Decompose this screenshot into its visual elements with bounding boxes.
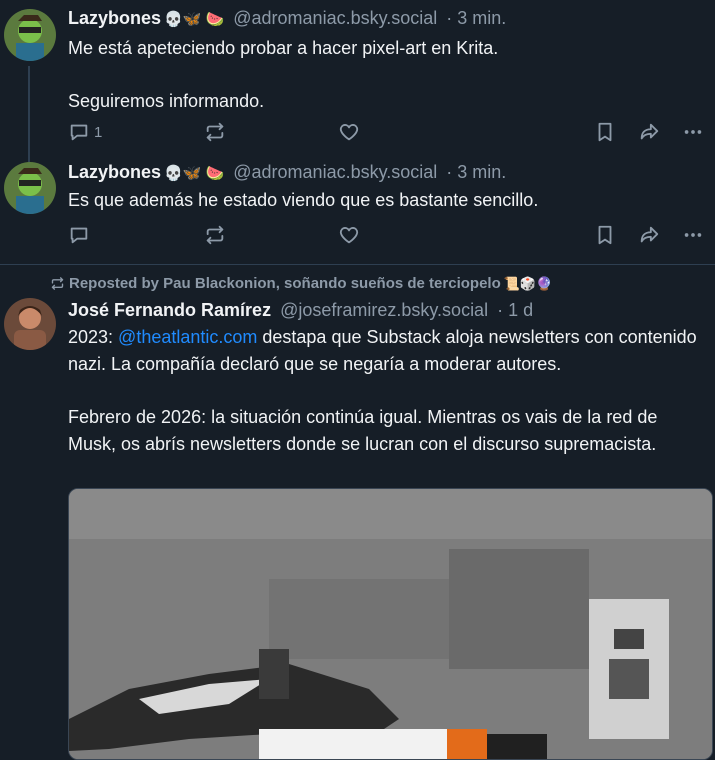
- author-emoji: 💀🦋 🍉: [164, 165, 225, 182]
- author-handle[interactable]: @joseframirez.bsky.social: [280, 300, 488, 320]
- author-name[interactable]: José Fernando Ramírez: [68, 300, 271, 320]
- avatar[interactable]: [4, 298, 56, 350]
- feed-post[interactable]: Lazybones 💀🦋 🍉 @adromaniac.bsky.social · …: [0, 0, 715, 160]
- post-text-line: Es que además he estado viendo que es ba…: [68, 190, 539, 210]
- reply-button[interactable]: 1: [68, 120, 102, 144]
- text-prefix: 2023:: [68, 327, 119, 347]
- bookmark-icon: [598, 225, 612, 245]
- thread-line: [28, 66, 30, 160]
- share-button[interactable]: [638, 223, 660, 247]
- heart-icon: [339, 227, 359, 244]
- post-header: José Fernando Ramírez @joseframirez.bsky…: [68, 299, 533, 321]
- repost-button[interactable]: [204, 223, 226, 247]
- like-button[interactable]: [338, 120, 360, 144]
- post-image[interactable]: [68, 488, 713, 760]
- more-icon: [684, 130, 702, 134]
- avatar[interactable]: [4, 162, 56, 214]
- post-text: 2023: @theatlantic.com destapa que Subst…: [68, 324, 708, 458]
- author-name[interactable]: Lazybones: [68, 8, 161, 28]
- post-text: Me está apeteciendo probar a hacer pixel…: [68, 35, 708, 115]
- more-button[interactable]: [682, 120, 704, 144]
- author-handle[interactable]: @adromaniac.bsky.social: [233, 8, 437, 28]
- post-paragraph: Febrero de 2026: la situación continúa i…: [68, 407, 658, 454]
- author-emoji: 💀🦋 🍉: [164, 11, 225, 28]
- post-divider: [0, 264, 715, 265]
- repost-icon: [51, 277, 64, 290]
- like-button[interactable]: [338, 223, 360, 247]
- repost-icon: [206, 225, 224, 245]
- heart-icon: [339, 124, 359, 141]
- pixelated-image: [69, 489, 712, 759]
- share-icon: [640, 226, 659, 243]
- repost-label: Reposted by Pau Blackonion, soñando sueñ…: [69, 275, 501, 292]
- post-header: Lazybones 💀🦋 🍉 @adromaniac.bsky.social · …: [68, 7, 506, 31]
- post-time[interactable]: · 3 min.: [446, 162, 506, 182]
- post-actions: 1: [68, 120, 708, 144]
- more-button[interactable]: [682, 223, 704, 247]
- feed-post[interactable]: Lazybones 💀🦋 🍉 @adromaniac.bsky.social · …: [0, 154, 715, 264]
- post-paragraph: 2023: @theatlantic.com destapa que Subst…: [68, 324, 708, 378]
- share-button[interactable]: [638, 120, 660, 144]
- share-icon: [640, 123, 659, 140]
- author-name[interactable]: Lazybones: [68, 162, 161, 182]
- mention-link[interactable]: @theatlantic.com: [118, 327, 257, 347]
- reply-icon: [70, 227, 88, 244]
- bookmark-button[interactable]: [594, 120, 616, 144]
- repost-icon: [206, 122, 224, 142]
- bookmark-icon: [598, 122, 612, 142]
- post-time[interactable]: · 1 d: [497, 300, 533, 320]
- repost-emoji: 📜🎲🔮: [503, 275, 553, 291]
- reply-icon: [70, 124, 88, 141]
- post-time[interactable]: · 3 min.: [446, 8, 506, 28]
- repost-button[interactable]: [204, 120, 226, 144]
- repost-indicator[interactable]: Reposted by Pau Blackonion, soñando sueñ…: [50, 275, 552, 292]
- post-text-line: Me está apeteciendo probar a hacer pixel…: [68, 38, 499, 58]
- reply-count: 1: [94, 123, 103, 141]
- more-icon: [684, 233, 702, 237]
- post-text-line: Seguiremos informando.: [68, 91, 265, 111]
- post-actions: [68, 223, 708, 247]
- bookmark-button[interactable]: [594, 223, 616, 247]
- author-handle[interactable]: @adromaniac.bsky.social: [233, 162, 437, 182]
- post-header: Lazybones 💀🦋 🍉 @adromaniac.bsky.social · …: [68, 161, 506, 185]
- reply-button[interactable]: [68, 223, 90, 247]
- avatar[interactable]: [4, 9, 56, 61]
- post-text: Es que además he estado viendo que es ba…: [68, 187, 708, 214]
